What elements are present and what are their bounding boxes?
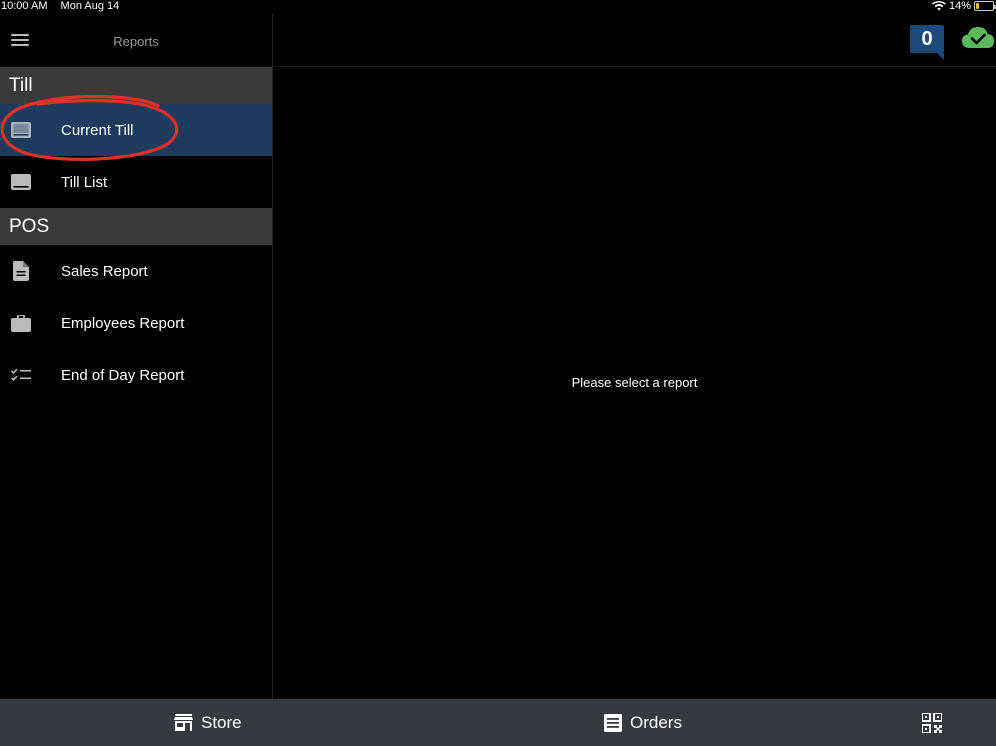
sidebar-item-label: Sales Report	[61, 262, 148, 280]
cloud-check-icon[interactable]	[962, 26, 994, 50]
orders-button[interactable]: Orders	[604, 699, 682, 746]
section-heading-pos: POS	[0, 208, 272, 245]
notification-count-badge[interactable]: 0	[910, 25, 944, 60]
orders-label: Orders	[630, 712, 682, 732]
sidebar-header: Reports	[0, 14, 272, 67]
qr-button[interactable]	[922, 699, 942, 746]
bottom-tab-bar: Store Orders	[0, 699, 996, 746]
display-icon	[10, 120, 32, 140]
status-date: Mon Aug 14	[60, 0, 120, 12]
checklist-icon	[10, 365, 32, 385]
main-topbar: 0	[273, 14, 996, 67]
sidebar-item-sales-report[interactable]: Sales Report	[0, 245, 272, 297]
display-icon	[10, 172, 32, 192]
sidebar-item-end-of-day-report[interactable]: End of Day Report	[0, 349, 272, 401]
sidebar-divider	[272, 14, 273, 699]
status-left: 10:00 AM Mon Aug 14	[1, 0, 119, 12]
page-title: Reports	[113, 34, 159, 49]
sidebar-item-employees-report[interactable]: Employees Report	[0, 297, 272, 349]
sidebar: Reports Till Current Till Till List POS …	[0, 14, 272, 699]
sidebar-item-label: End of Day Report	[61, 366, 185, 384]
empty-state-message: Please select a report	[571, 375, 698, 390]
wifi-icon	[931, 1, 946, 11]
briefcase-icon	[10, 313, 32, 333]
sidebar-item-current-till[interactable]: Current Till	[0, 104, 272, 156]
section-heading-till: Till	[0, 67, 272, 104]
sidebar-item-label: Current Till	[61, 121, 134, 139]
sidebar-item-till-list[interactable]: Till List	[0, 156, 272, 208]
orders-icon	[604, 713, 622, 732]
document-icon	[10, 261, 32, 281]
sidebar-item-label: Till List	[61, 173, 108, 191]
status-bar: 10:00 AM Mon Aug 14 14%	[0, 0, 996, 14]
battery-fill	[976, 3, 979, 9]
store-icon	[174, 714, 193, 731]
qr-code-icon	[922, 712, 942, 733]
sidebar-item-label: Employees Report	[61, 314, 185, 332]
status-right: 14%	[931, 0, 996, 12]
store-button[interactable]: Store	[174, 699, 242, 746]
battery-percent: 14%	[948, 0, 971, 12]
status-time: 10:00 AM	[1, 0, 48, 12]
store-label: Store	[201, 712, 242, 732]
battery-icon	[974, 1, 996, 11]
